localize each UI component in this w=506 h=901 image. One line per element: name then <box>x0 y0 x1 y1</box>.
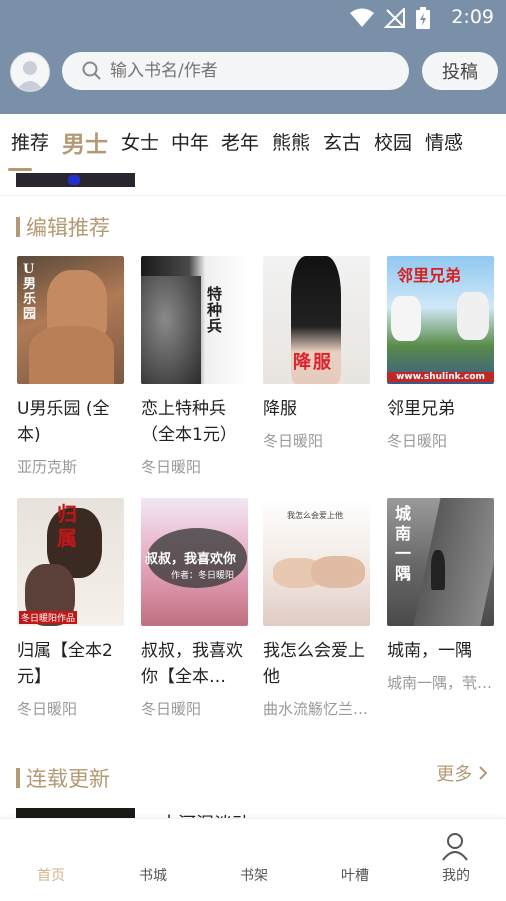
book-card[interactable]: 叔叔，我喜欢你 作者：冬日暖阳 叔叔，我喜欢你【全本… 冬日暖阳 <box>141 498 249 719</box>
book-cover[interactable]: 叔叔，我喜欢你 作者：冬日暖阳 <box>141 498 248 626</box>
tab-men[interactable]: 男士 <box>62 125 108 159</box>
book-title[interactable]: 降服 <box>263 396 371 422</box>
tab-ancient[interactable]: 玄古 <box>323 128 361 155</box>
book-card[interactable]: 特种兵 恋上特种兵（全本1元） 冬日暖阳 <box>141 256 249 477</box>
book-author: 冬日暖阳 <box>141 458 202 476</box>
book-cover[interactable]: U男乐园 <box>17 256 124 384</box>
tab-bears[interactable]: 熊熊 <box>272 128 310 155</box>
book-card[interactable]: U男乐园 U男乐园 (全本) 亚历克斯 <box>17 256 125 477</box>
book-cover[interactable]: 邻里兄弟 www.shulink.com <box>387 256 494 384</box>
cover-subtitle: www.shulink.com <box>387 372 494 382</box>
nav-comments[interactable]: 叶槽 <box>325 865 385 885</box>
avatar[interactable] <box>10 52 50 92</box>
book-title[interactable]: 城南，一隅 <box>387 638 495 664</box>
nav-home[interactable]: 首页 <box>21 865 81 885</box>
search-input[interactable] <box>110 61 380 81</box>
tab-women[interactable]: 女士 <box>121 128 159 155</box>
book-cover[interactable]: 我怎么会爱上他 <box>263 498 370 626</box>
cover-title: 归属 <box>57 502 77 550</box>
status-bar: 2:09 <box>0 0 506 34</box>
submit-button[interactable]: 投稿 <box>422 52 498 90</box>
book-title[interactable]: 归属【全本2元】 <box>17 638 125 690</box>
book-author: 城南一隅，茕… <box>387 674 493 692</box>
section-serial-updates: 连载更新 <box>16 763 110 793</box>
chevron-right-icon <box>479 766 488 780</box>
tab-indicator <box>8 168 32 171</box>
book-author: 冬日暖阳 <box>263 432 324 450</box>
book-card[interactable]: 归属 冬日暖阳作品 归属【全本2元】 冬日暖阳 <box>17 498 125 719</box>
tab-elderly[interactable]: 老年 <box>221 128 259 155</box>
cover-title: 降服 <box>293 352 333 373</box>
no-signal-icon <box>384 8 405 28</box>
tab-campus[interactable]: 校园 <box>374 128 412 155</box>
book-author: 亚历克斯 <box>17 458 78 476</box>
book-title[interactable]: U男乐园 (全本) <box>17 396 125 448</box>
book-author: 曲水流觞忆兰… <box>263 700 369 718</box>
book-card[interactable]: 城南一隅 城南，一隅 城南一隅，茕… <box>387 498 495 693</box>
cover-title: 城南一隅 <box>395 504 412 583</box>
book-author: 冬日暖阳 <box>17 700 78 718</box>
search-bar[interactable] <box>62 52 409 90</box>
tab-recommend[interactable]: 推荐 <box>11 128 49 155</box>
book-cover[interactable]: 归属 冬日暖阳作品 <box>17 498 124 626</box>
nav-bookstore[interactable]: 书城 <box>123 865 183 885</box>
book-author: 冬日暖阳 <box>387 432 448 450</box>
book-title[interactable]: 我怎么会爱上他 <box>263 638 371 690</box>
status-time: 2:09 <box>451 6 494 28</box>
book-card[interactable]: 我怎么会爱上他 我怎么会爱上他 曲水流觞忆兰… <box>263 498 371 719</box>
cover-title: 叔叔，我喜欢你 <box>145 552 237 567</box>
cover-title: U男乐园 <box>23 262 37 322</box>
more-label: 更多 <box>436 764 473 785</box>
banner-image[interactable] <box>16 173 135 187</box>
more-link[interactable]: 更多 <box>436 760 488 786</box>
top-header: 2:09 投稿 <box>0 0 506 114</box>
avatar-icon <box>16 61 44 91</box>
book-cover[interactable]: 降服 <box>263 256 370 384</box>
battery-icon <box>416 7 430 29</box>
book-cover[interactable]: 特种兵 <box>141 256 248 384</box>
nav-bookshelf[interactable]: 书架 <box>224 865 284 885</box>
status-icons <box>350 7 430 29</box>
cover-title: 我怎么会爱上他 <box>287 511 343 520</box>
tab-middle-age[interactable]: 中年 <box>171 128 209 155</box>
book-card[interactable]: 降服 降服 冬日暖阳 <box>263 256 371 451</box>
divider <box>0 195 506 196</box>
cover-subtitle: 冬日暖阳作品 <box>19 611 78 624</box>
section-title: 连载更新 <box>26 767 110 791</box>
bottom-nav: 首页 书城 书架 叶槽 我的 <box>0 818 506 901</box>
book-title[interactable]: 邻里兄弟 <box>387 396 495 422</box>
cover-title: 特种兵 <box>207 285 223 335</box>
book-title[interactable]: 叔叔，我喜欢你【全本… <box>141 638 249 690</box>
book-card[interactable]: 邻里兄弟 www.shulink.com 邻里兄弟 冬日暖阳 <box>387 256 495 451</box>
search-icon <box>82 61 102 81</box>
book-title[interactable]: 恋上特种兵（全本1元） <box>141 396 249 448</box>
book-author: 冬日暖阳 <box>141 700 202 718</box>
book-cover[interactable]: 城南一隅 <box>387 498 494 626</box>
wifi-icon <box>350 8 374 27</box>
section-title: 编辑推荐 <box>26 216 110 240</box>
cover-subtitle: 作者：冬日暖阳 <box>171 571 235 581</box>
tab-emotion[interactable]: 情感 <box>425 128 463 155</box>
user-icon[interactable] <box>440 831 470 861</box>
cover-title: 邻里兄弟 <box>397 266 462 285</box>
section-editor-picks: 编辑推荐 <box>16 212 110 242</box>
category-tabs: 推荐 男士 女士 中年 老年 熊熊 玄古 校园 情感 <box>0 114 506 172</box>
nav-mine[interactable]: 我的 <box>426 865 486 885</box>
